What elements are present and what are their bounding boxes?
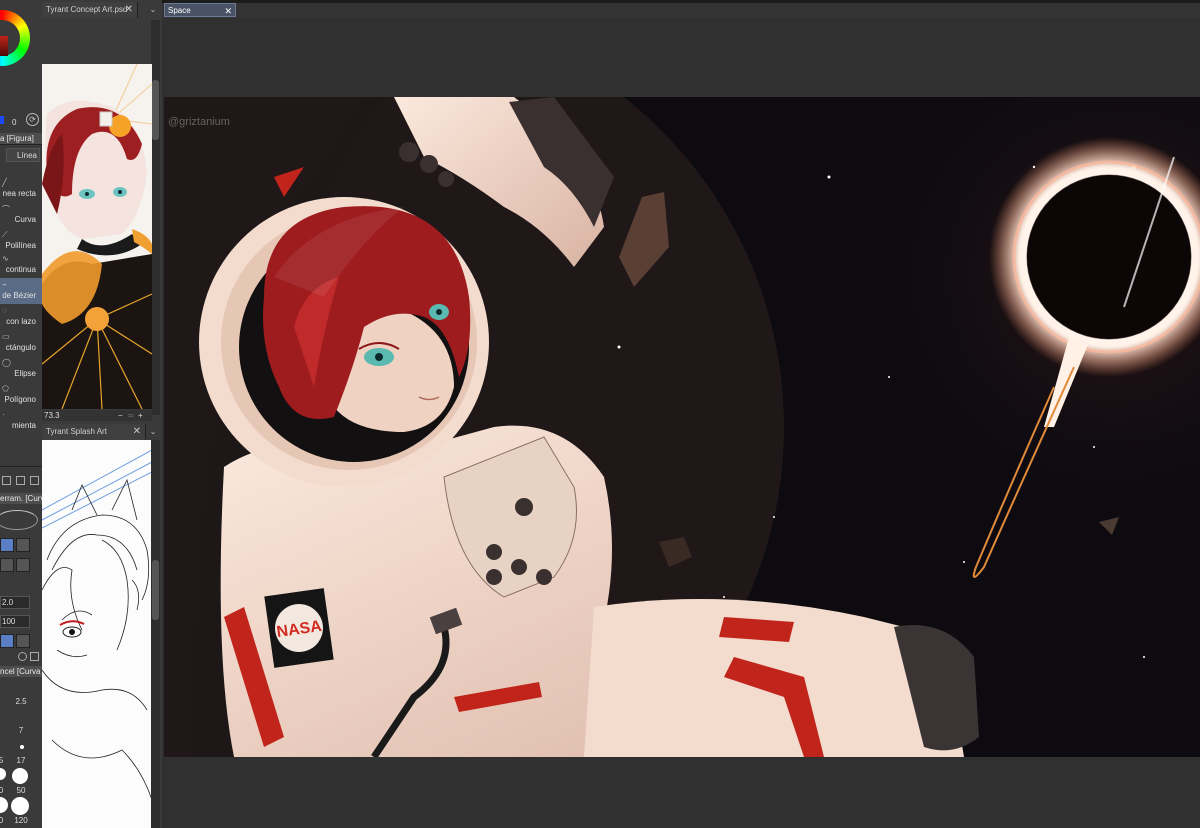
panel-divider [0, 466, 42, 467]
brush-size-label: 5 [0, 756, 4, 765]
stabilization-button[interactable] [16, 634, 30, 648]
bezier-icon: ⌁ [2, 280, 7, 289]
continuous-curve-icon: ∿ [2, 254, 9, 263]
tab-tyrant-concept-art[interactable]: Tyrant Concept Art.psd ✕ [42, 2, 138, 18]
brush-size-label: 2.5 [15, 697, 27, 706]
curve-type-button[interactable] [16, 558, 30, 572]
tool-continuous-curve[interactable]: ∿ continua [0, 252, 42, 278]
brush-size-dot[interactable] [20, 745, 24, 749]
opacity-field[interactable]: 100 [0, 615, 30, 628]
anti-alias-button[interactable] [0, 634, 14, 648]
brush-size-label: 120 [14, 816, 28, 825]
brush-size-label: 7 [18, 726, 24, 735]
close-icon[interactable]: ✕ [133, 424, 141, 440]
zoom-out-icon[interactable]: − [118, 410, 123, 421]
tool-straight-line[interactable]: ╱ nea recta [0, 176, 42, 202]
navigator-zoom-bar[interactable]: 73.3 − ═ + [42, 410, 152, 421]
curve-mode-button[interactable] [0, 558, 14, 572]
subtool-group-button[interactable]: Línea [6, 148, 40, 162]
hue-indicator [0, 116, 4, 124]
swap-color-icon[interactable]: ⟳ [26, 113, 39, 126]
brush-size-label: 50 [16, 786, 26, 795]
brush-size-label: 17 [16, 756, 26, 765]
tool-other[interactable]: · mienta [0, 408, 42, 434]
wrench-icon[interactable] [30, 652, 39, 661]
subtool-panel-title: a [Figura] [0, 133, 42, 145]
delete-subtool-icon[interactable] [30, 476, 39, 485]
tool-curve[interactable]: ⌒ Curva [0, 202, 42, 228]
curve-icon: ⌒ [2, 205, 10, 214]
navigator-scrollbar[interactable] [151, 440, 160, 828]
tool-icon: · [2, 410, 5, 419]
artist-signature: @griztanium [168, 116, 230, 128]
duplicate-subtool-icon[interactable] [16, 476, 25, 485]
shape-mode-button[interactable] [16, 538, 30, 552]
polygon-icon: ⬠ [2, 384, 9, 393]
chevron-down-icon[interactable]: ⌄ [146, 424, 160, 440]
hue-value: 0 [12, 118, 17, 127]
tab-space[interactable]: Space ✕ [164, 3, 236, 17]
brush-size-title: ncel [Curva d [0, 666, 42, 677]
brush-size-dot[interactable] [11, 797, 29, 815]
document-thumbnail-concept[interactable] [42, 64, 152, 409]
chevron-down-icon[interactable]: ⌄ [146, 2, 160, 18]
brush-size-dot[interactable] [12, 768, 28, 784]
brush-size-label: 0 [0, 786, 4, 795]
tool-lasso[interactable]: ◌ con lazo [0, 304, 42, 330]
close-icon[interactable]: ✕ [125, 2, 133, 18]
tool-ellipse[interactable]: ◯ Elipse [0, 356, 42, 382]
tool-rectangle[interactable]: ▭ ctángulo [0, 330, 42, 356]
brush-size-label: 0 [0, 816, 4, 825]
tool-polygon[interactable]: ⬠ Polígono [0, 382, 42, 408]
artwork-canvas[interactable]: NASA @griztanium [164, 97, 1200, 757]
fill-mode-button[interactable] [0, 538, 14, 552]
lasso-icon: ◌ [2, 306, 7, 315]
canvas-tab-bar [162, 3, 1200, 19]
tab-tyrant-splash-art[interactable]: Tyrant Splash Art ✕ [42, 424, 146, 440]
ellipse-icon: ◯ [2, 358, 11, 367]
polyline-icon: ⟋ [2, 230, 8, 239]
new-subtool-icon[interactable] [2, 476, 11, 485]
clock-icon[interactable] [18, 652, 27, 661]
tool-property-title: erram. [Curv [0, 493, 42, 504]
rectangle-icon: ▭ [2, 332, 10, 341]
line-icon: ╱ [2, 178, 7, 187]
tool-bezier[interactable]: ⌁ de Bézier [0, 278, 42, 304]
document-thumbnail-splash[interactable] [42, 440, 152, 828]
brush-size-field[interactable]: 2.0 [0, 596, 30, 609]
tool-polyline[interactable]: ⟋ Polilínea [0, 228, 42, 254]
zoom-value: 73.3 [44, 411, 60, 420]
scrollbar-thumb[interactable] [152, 560, 159, 620]
zoom-in-icon[interactable]: + [138, 410, 143, 421]
scrollbar-thumb[interactable] [152, 80, 159, 140]
current-color-swatch[interactable] [0, 36, 8, 56]
close-icon[interactable]: ✕ [224, 4, 232, 18]
